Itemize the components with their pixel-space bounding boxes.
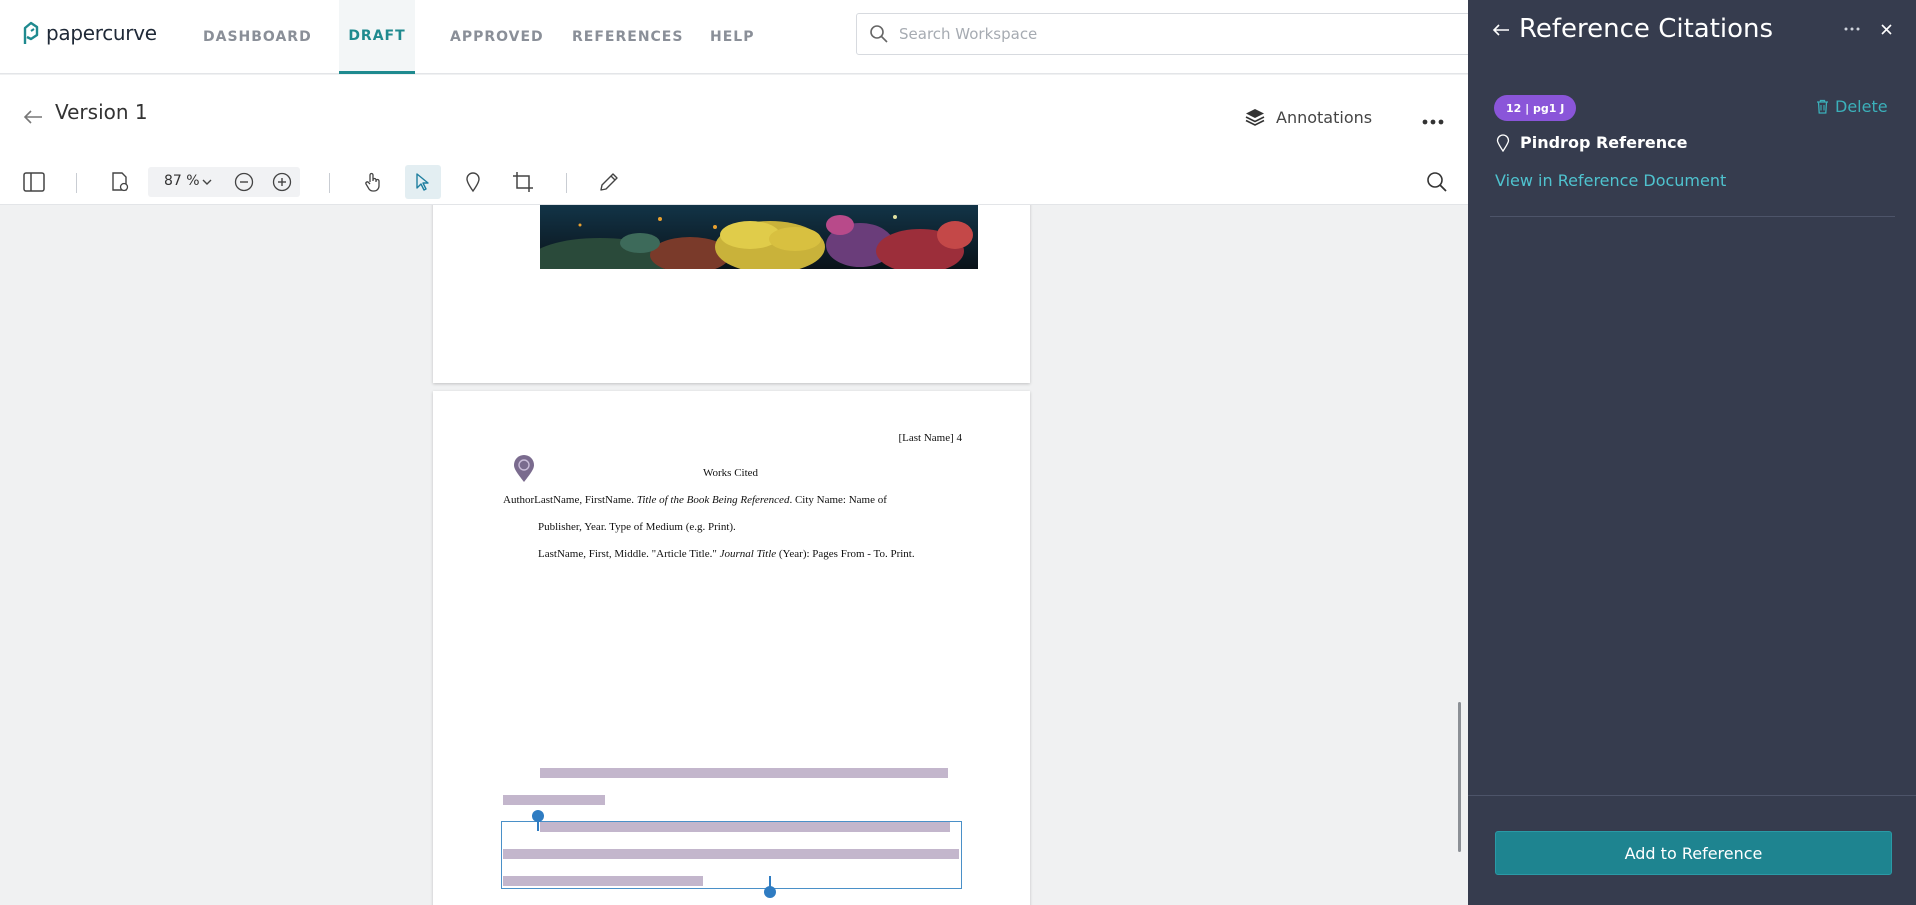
draw-tool-button[interactable] — [591, 165, 627, 199]
back-arrow-icon[interactable] — [1491, 22, 1511, 38]
citation-line: Publisher, Year. Type of Medium (e.g. Pr… — [538, 521, 736, 533]
delete-button[interactable]: Delete — [1816, 97, 1888, 116]
panel-divider — [1490, 216, 1895, 217]
more-options-icon[interactable] — [1844, 27, 1860, 31]
top-navigation: papercurve DASHBOARD DRAFT APPROVED REFE… — [0, 0, 1476, 74]
chevron-down-icon — [202, 179, 212, 185]
zoom-select[interactable]: 87 % — [148, 167, 300, 197]
nav-draft[interactable]: DRAFT — [339, 0, 415, 74]
search-box — [856, 13, 1476, 55]
page-settings-button[interactable] — [102, 165, 138, 199]
citation-badge: 12 | pg1 J — [1494, 95, 1577, 121]
nav-dashboard[interactable]: DASHBOARD — [203, 0, 312, 74]
citation-line: LastName, First, Middle. "Article Title.… — [538, 548, 915, 560]
delete-label: Delete — [1835, 97, 1888, 116]
page-settings-icon — [112, 172, 129, 192]
works-cited-title: Works Cited — [703, 467, 759, 479]
annotations-label: Annotations — [1276, 107, 1373, 127]
highlighted-text[interactable] — [540, 768, 948, 778]
scrollbar[interactable] — [1458, 702, 1461, 852]
close-icon[interactable] — [1881, 24, 1892, 35]
document-page — [433, 205, 1030, 383]
document-page: [Last Name] 4 Works Cited AuthorLastName… — [433, 391, 1030, 905]
select-tool-button[interactable] — [405, 165, 441, 199]
toggle-sidebar-button[interactable] — [16, 165, 52, 199]
search-icon — [1427, 172, 1447, 192]
pindrop-reference: Pindrop Reference — [1496, 133, 1687, 152]
cursor-arrow-icon — [416, 173, 429, 191]
add-to-reference-button[interactable]: Add to Reference — [1495, 831, 1892, 875]
viewer-toolbar: 87 % — [0, 157, 1468, 205]
map-pin-icon — [1496, 133, 1510, 152]
sidebar-icon — [23, 172, 45, 192]
map-pin-icon — [466, 172, 480, 193]
zoom-value: 87 % — [164, 173, 200, 189]
selection-box[interactable] — [501, 821, 962, 889]
version-title: Version 1 — [55, 100, 148, 124]
view-in-reference-link[interactable]: View in Reference Document — [1495, 171, 1726, 190]
pencil-icon — [600, 173, 618, 191]
toolbar-divider — [76, 173, 77, 193]
nav-help[interactable]: HELP — [710, 0, 754, 74]
page-header-text: [Last Name] 4 — [898, 432, 962, 444]
toolbar-divider — [566, 173, 567, 193]
logo-text: papercurve — [46, 21, 157, 45]
search-icon — [870, 25, 888, 43]
pan-tool-button[interactable] — [355, 165, 391, 199]
more-options-icon[interactable] — [1422, 119, 1444, 125]
pindrop-annotation-icon[interactable] — [513, 455, 535, 483]
logo[interactable]: papercurve — [22, 20, 157, 46]
document-search-button[interactable] — [1419, 165, 1455, 199]
zoom-in-icon[interactable] — [272, 172, 292, 192]
panel-divider — [1468, 795, 1916, 796]
back-arrow-icon[interactable] — [22, 109, 44, 125]
selection-end-handle[interactable] — [764, 886, 776, 898]
hand-icon — [365, 172, 380, 192]
search-input[interactable] — [899, 14, 1459, 54]
crop-tool-button[interactable] — [505, 165, 541, 199]
document-viewport[interactable]: [Last Name] 4 Works Cited AuthorLastName… — [0, 205, 1468, 905]
zoom-out-icon[interactable] — [234, 172, 254, 192]
layers-icon — [1245, 109, 1265, 126]
nav-approved[interactable]: APPROVED — [450, 0, 544, 74]
citation-line: AuthorLastName, FirstName. Title of the … — [503, 494, 887, 506]
toolbar-divider — [329, 173, 330, 193]
selection-start-handle[interactable] — [532, 810, 544, 822]
reference-citations-panel: Reference Citations 12 | pg1 J Delete Pi… — [1468, 0, 1916, 905]
annotations-button[interactable]: Annotations — [1244, 106, 1372, 128]
coral-reef-image — [540, 205, 978, 269]
panel-title: Reference Citations — [1519, 14, 1774, 44]
pin-tool-button[interactable] — [455, 165, 491, 199]
nav-references[interactable]: REFERENCES — [572, 0, 683, 74]
highlighted-text[interactable] — [503, 795, 605, 805]
pindrop-reference-label: Pindrop Reference — [1520, 133, 1688, 152]
papercurve-logo-icon — [23, 21, 39, 44]
version-header: Version 1 Annotations — [0, 75, 1468, 157]
trash-icon — [1817, 99, 1828, 114]
crop-icon — [513, 172, 533, 192]
